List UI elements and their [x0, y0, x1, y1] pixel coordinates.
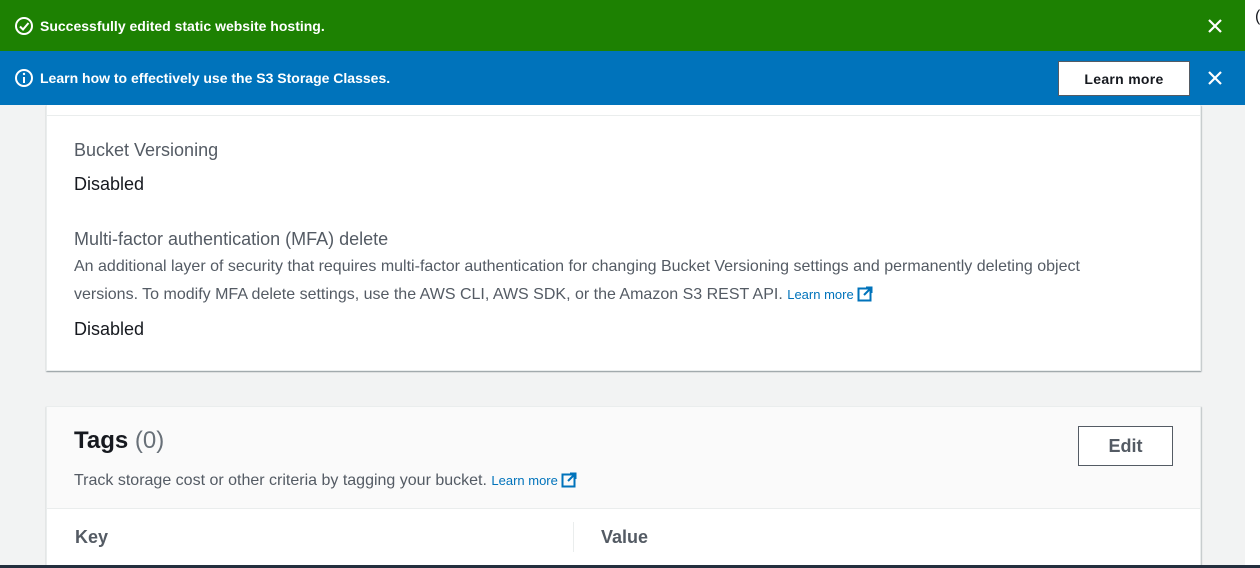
external-link-icon[interactable]	[857, 286, 873, 302]
success-flashbar: Successfully edited static website hosti…	[0, 0, 1245, 51]
info-flashbar: Learn how to effectively use the S3 Stor…	[0, 51, 1245, 105]
tags-count: (0)	[134, 427, 165, 454]
tags-title-text: Tags	[74, 427, 129, 454]
right-edge-strip	[1245, 0, 1260, 568]
info-circle-icon	[14, 68, 34, 88]
close-icon[interactable]	[1205, 16, 1225, 36]
tags-title: Tags (0)	[74, 427, 164, 455]
right-edge-icon: (	[1255, 8, 1260, 25]
column-divider	[573, 522, 574, 552]
external-link-icon[interactable]	[561, 472, 577, 488]
mfa-learn-more-text[interactable]: Learn more	[787, 287, 853, 302]
tags-learn-more-link[interactable]: Learn more	[491, 472, 577, 488]
bucket-versioning-value: Disabled	[74, 174, 145, 194]
bucket-versioning-label: Bucket Versioning	[74, 140, 219, 160]
tags-description-text: Track storage cost or other criteria by …	[74, 472, 487, 489]
tags-header: Tags (0) Track storage cost or other cri…	[47, 407, 1200, 509]
bucket-versioning-panel: Bucket Versioning Disabled Multi-factor …	[46, 105, 1201, 371]
mfa-description: An additional layer of security that req…	[74, 258, 1080, 275]
check-circle-icon	[14, 16, 34, 36]
mfa-description-text: versions. To modify MFA delete settings,…	[74, 286, 783, 303]
success-message: Successfully edited static website hosti…	[40, 17, 325, 34]
tags-learn-more-text[interactable]: Learn more	[491, 473, 557, 488]
tags-description: Track storage cost or other criteria by …	[74, 472, 577, 490]
panel-divider	[47, 115, 1200, 116]
column-header-value[interactable]: Value	[601, 527, 648, 548]
tags-panel: Tags (0) Track storage cost or other cri…	[46, 406, 1201, 568]
mfa-description-continued: versions. To modify MFA delete settings,…	[74, 286, 873, 304]
column-header-key[interactable]: Key	[75, 527, 108, 548]
mfa-delete-value: Disabled	[74, 319, 145, 339]
mfa-learn-more-link[interactable]: Learn more	[787, 286, 873, 302]
learn-more-button[interactable]: Learn more	[1058, 61, 1190, 96]
info-message: Learn how to effectively use the S3 Stor…	[40, 70, 391, 86]
mfa-delete-label: Multi-factor authentication (MFA) delete	[74, 229, 389, 249]
close-icon[interactable]	[1205, 68, 1225, 88]
edit-tags-button[interactable]: Edit	[1078, 426, 1173, 466]
